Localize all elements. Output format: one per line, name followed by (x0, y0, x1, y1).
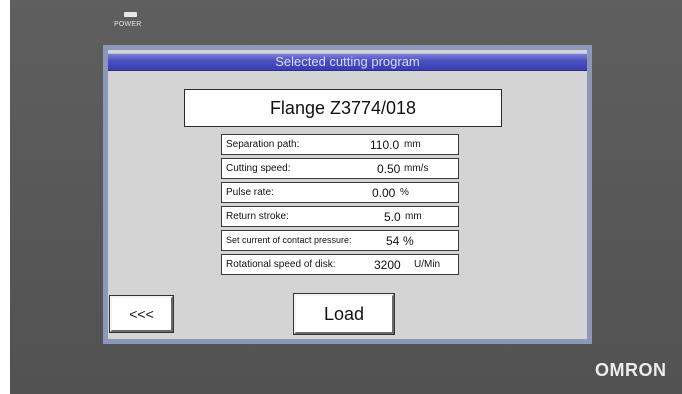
param-value: 54 (386, 234, 400, 248)
param-row-pulse-rate: Pulse rate: 0.00 % (221, 182, 459, 203)
power-led (124, 12, 137, 17)
param-row-separation-path: Separation path: 110.0 mm (221, 134, 459, 155)
back-button[interactable]: <<< (110, 296, 173, 332)
load-button[interactable]: Load (294, 294, 394, 334)
param-unit: mm (405, 211, 422, 222)
program-name-display: Flange Z3774/018 (184, 89, 502, 127)
param-unit: % (400, 187, 409, 198)
param-value: 110.0 (370, 138, 400, 152)
param-value: 3200 (374, 258, 401, 272)
param-value: 0.50 (377, 162, 401, 176)
param-unit: mm/s (404, 163, 429, 174)
param-unit: U/Min (414, 259, 441, 270)
param-label: Cutting speed: (226, 163, 291, 174)
param-label: Rotational speed of disk: (226, 259, 336, 270)
param-value: 5.0 (384, 210, 401, 224)
param-label: Return stroke: (226, 211, 289, 222)
title-bar: Selected cutting program (108, 53, 587, 71)
hmi-screen: Selected cutting program Flange Z3774/01… (108, 50, 587, 339)
param-value: 0.00 (372, 186, 396, 200)
param-label: Separation path: (226, 139, 300, 150)
param-row-cutting-speed: Cutting speed: 0.50 mm/s (221, 158, 459, 179)
param-label: Pulse rate: (226, 187, 274, 198)
brand-logo: OMRON (595, 360, 667, 380)
param-row-rotational-speed: Rotational speed of disk: 3200 U/Min (221, 254, 459, 275)
power-label: POWER (114, 21, 142, 28)
screen-title: Selected cutting program (275, 54, 420, 69)
param-unit: mm (404, 139, 421, 150)
param-label: Set current of contact pressure: (226, 235, 352, 245)
param-row-return-stroke: Return stroke: 5.0 mm (221, 206, 459, 227)
param-row-contact-pressure: Set current of contact pressure: 54 % (221, 230, 459, 251)
param-unit: % (403, 234, 414, 248)
